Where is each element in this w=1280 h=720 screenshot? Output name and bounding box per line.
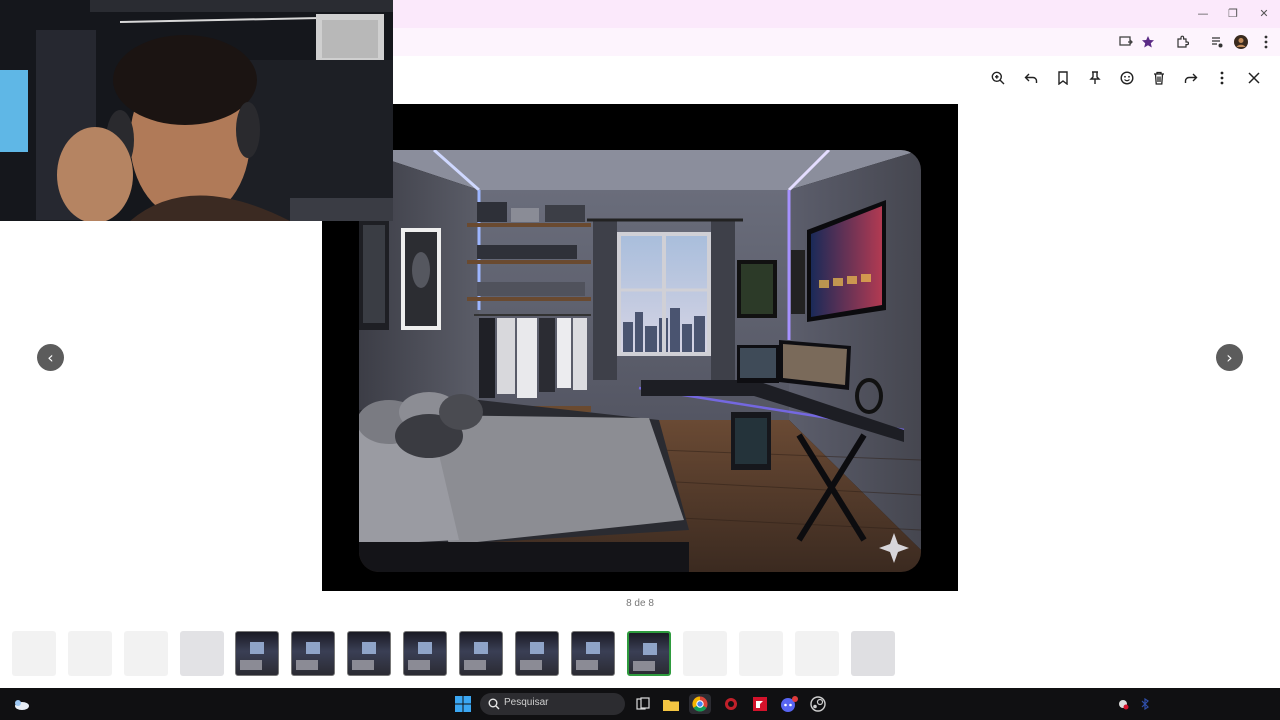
start-button-icon[interactable] — [452, 694, 474, 714]
chrome-icon[interactable] — [689, 694, 711, 714]
forward-icon[interactable] — [1180, 67, 1202, 89]
bookmark-star-icon[interactable] — [1138, 32, 1158, 52]
app-red-circle-icon[interactable] — [720, 694, 742, 714]
filmstrip-thumbnail[interactable] — [571, 631, 615, 676]
zoom-in-icon[interactable] — [987, 67, 1009, 89]
filmstrip-thumbnail[interactable] — [851, 631, 895, 676]
webcam-overlay — [0, 0, 393, 221]
image-counter: 8 de 8 — [626, 598, 654, 609]
filmstrip-thumbnail[interactable] — [347, 631, 391, 676]
install-app-icon[interactable] — [1116, 32, 1136, 52]
tray-app-icon[interactable] — [1112, 694, 1134, 714]
search-placeholder: Pesquisar — [504, 697, 549, 708]
media-controls-icon[interactable] — [1207, 32, 1227, 52]
filmstrip-thumbnail[interactable] — [403, 631, 447, 676]
screen: — ❐ ✕ 8 de 8 ‹ › Pesquisar — [0, 0, 1280, 720]
filmstrip-thumbnail[interactable] — [12, 631, 56, 676]
filmstrip-thumbnail[interactable] — [515, 631, 559, 676]
steam-icon[interactable] — [807, 694, 829, 714]
bookmark-icon[interactable] — [1052, 67, 1074, 89]
minimize-button[interactable]: — — [1188, 4, 1218, 24]
weather-icon[interactable] — [10, 694, 32, 714]
filmstrip-thumbnail[interactable] — [235, 631, 279, 676]
delete-icon[interactable] — [1148, 67, 1170, 89]
restore-button[interactable]: ❐ — [1218, 4, 1248, 24]
discord-icon[interactable] — [778, 694, 800, 714]
next-image-button[interactable]: › — [1216, 344, 1243, 371]
amd-software-icon[interactable] — [749, 694, 771, 714]
emoji-react-icon[interactable] — [1116, 67, 1138, 89]
filmstrip-thumbnail-selected[interactable] — [627, 631, 671, 676]
more-options-icon[interactable] — [1211, 67, 1233, 89]
profile-avatar[interactable] — [1231, 32, 1251, 52]
extensions-icon[interactable] — [1172, 32, 1192, 52]
filmstrip-thumbnail[interactable] — [459, 631, 503, 676]
task-view-icon[interactable] — [632, 694, 654, 714]
filmstrip-thumbnail[interactable] — [795, 631, 839, 676]
filmstrip-thumbnail[interactable] — [739, 631, 783, 676]
filmstrip-thumbnail[interactable] — [68, 631, 112, 676]
bedroom-photo — [359, 150, 921, 572]
close-viewer-icon[interactable] — [1243, 67, 1265, 89]
filmstrip-thumbnail[interactable] — [180, 631, 224, 676]
search-icon — [488, 698, 500, 710]
pin-icon[interactable] — [1084, 67, 1106, 89]
filmstrip-thumbnail[interactable] — [683, 631, 727, 676]
close-window-button[interactable]: ✕ — [1249, 4, 1279, 24]
file-explorer-icon[interactable] — [660, 694, 682, 714]
filmstrip-thumbnail[interactable] — [124, 631, 168, 676]
browser-menu-icon[interactable] — [1256, 32, 1276, 52]
chevron-right-icon: › — [1226, 347, 1233, 367]
chevron-left-icon: ‹ — [47, 347, 54, 367]
taskbar-search[interactable]: Pesquisar — [480, 693, 625, 715]
bluetooth-icon[interactable] — [1134, 694, 1156, 714]
previous-image-button[interactable]: ‹ — [37, 344, 64, 371]
filmstrip-thumbnail[interactable] — [291, 631, 335, 676]
reply-icon[interactable] — [1020, 67, 1042, 89]
